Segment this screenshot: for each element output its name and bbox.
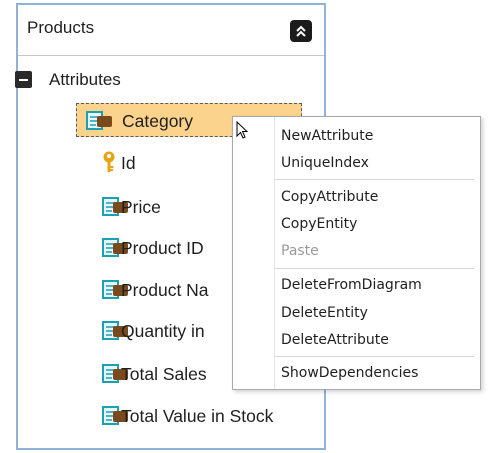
mouse-cursor-icon xyxy=(236,121,249,139)
attribute-row-total-value[interactable]: Total Value in Stock xyxy=(76,399,316,433)
attribute-label: Total Value in Stock xyxy=(121,406,274,426)
menu-item-copy-entity[interactable]: CopyEntity xyxy=(281,216,357,232)
attribute-label: Id xyxy=(121,153,136,173)
menu-separator xyxy=(275,179,474,180)
minus-icon[interactable] xyxy=(15,71,32,88)
chevron-double-up-icon xyxy=(296,25,306,37)
menu-item-unique-index[interactable]: UniqueIndex xyxy=(281,155,369,171)
menu-item-show-dependencies[interactable]: ShowDependencies xyxy=(281,365,418,381)
menu-item-paste[interactable]: Paste xyxy=(281,243,319,259)
menu-separator xyxy=(275,268,474,269)
menu-item-delete-entity[interactable]: DeleteEntity xyxy=(281,305,368,321)
menu-item-delete-attribute[interactable]: DeleteAttribute xyxy=(281,332,389,348)
menu-icon-gutter xyxy=(233,117,275,389)
panel-header: Products xyxy=(18,5,324,56)
context-menu: NewAttribute UniqueIndex CopyAttribute C… xyxy=(232,116,481,390)
menu-item-new-attribute[interactable]: NewAttribute xyxy=(281,128,373,144)
panel-title: Products xyxy=(27,18,95,37)
menu-separator xyxy=(275,356,474,357)
collapse-button[interactable] xyxy=(290,20,312,42)
attribute-label: Product Na xyxy=(121,280,209,300)
menu-item-copy-attribute[interactable]: CopyAttribute xyxy=(281,189,378,205)
menu-item-delete-from-diagram[interactable]: DeleteFromDiagram xyxy=(281,277,422,293)
attribute-label: Product ID xyxy=(121,238,204,258)
attribute-label: Category xyxy=(122,111,194,131)
attribute-label: Total Sales xyxy=(121,364,207,384)
attribute-icon xyxy=(86,111,112,130)
group-label: Attributes xyxy=(49,70,121,89)
attribute-label: Price xyxy=(121,197,161,217)
attribute-label: Quantity in xyxy=(121,321,205,341)
